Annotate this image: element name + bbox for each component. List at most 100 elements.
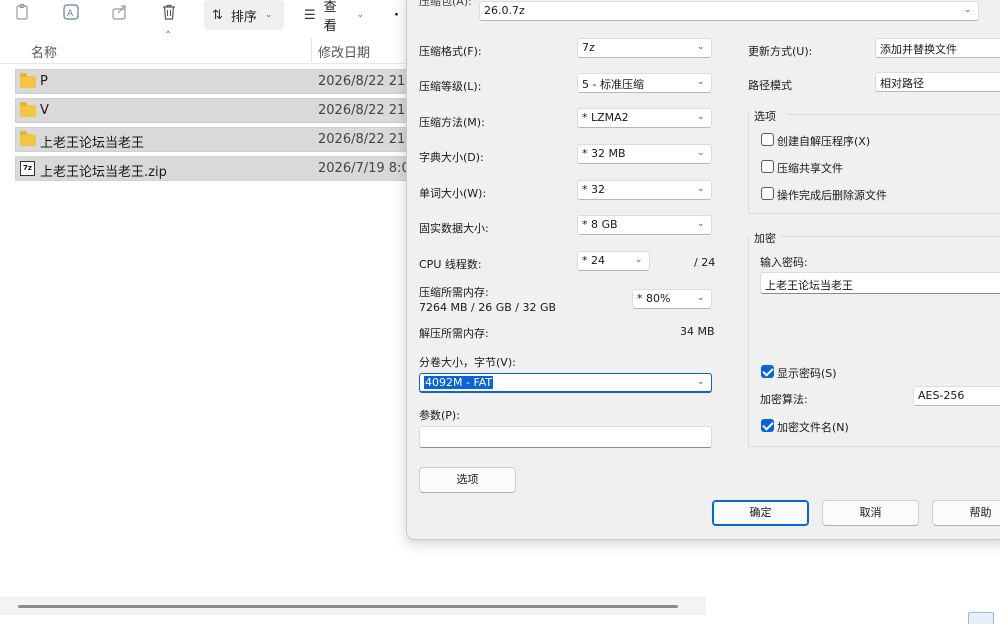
options-button[interactable]: 选项: [419, 467, 516, 493]
encrypt-names-label[interactable]: 加密文件名(N): [777, 419, 849, 435]
file-row-p[interactable]: P 2026/8/22 21:5: [15, 69, 418, 94]
chevron-down-icon: ⌄: [264, 10, 273, 20]
password-input[interactable]: 上老王论坛当老王: [760, 272, 1000, 294]
level-value: 5 - 标准压缩: [582, 78, 644, 91]
solid-block-value: * 8 GB: [582, 218, 618, 231]
format-label: 压缩格式(F):: [419, 45, 482, 58]
file-row-folder[interactable]: 上老王论坛当老王 2026/8/22 21:5: [15, 127, 418, 152]
svg-text:A: A: [67, 9, 74, 19]
chevron-down-icon: ⌄: [964, 5, 972, 15]
chevron-down-icon: ⌄: [697, 377, 705, 387]
dictionary-label: 字典大小(D):: [419, 151, 484, 164]
path-mode-label: 路径模式: [748, 79, 792, 92]
dictionary-value: * 32 MB: [582, 147, 626, 160]
decompress-memory-value: 34 MB: [680, 325, 715, 338]
volume-size-label: 分卷大小，字节(V):: [419, 356, 516, 369]
archive-icon: 7z: [20, 161, 35, 176]
horizontal-scrollbar[interactable]: [0, 597, 706, 615]
column-name[interactable]: 名称: [31, 42, 57, 61]
more-label: ·: [394, 7, 399, 23]
file-name: 上老王论坛当老王: [40, 136, 145, 151]
help-button[interactable]: 帮助: [932, 500, 1000, 526]
file-row-zip[interactable]: 7z 上老王论坛当老王.zip 2026/7/19 8:0: [15, 156, 415, 181]
rename-icon[interactable]: A: [62, 3, 80, 21]
sort-button[interactable]: ⇅ 排序 ⌄: [204, 0, 284, 30]
add-to-archive-dialog: 压缩包(A): 26.0.7z ⌄ 压缩格式(F): 7z ⌄ 压缩等级(L):…: [406, 0, 1000, 540]
level-label: 压缩等级(L):: [419, 80, 482, 93]
create-sfx-label[interactable]: 创建自解压程序(X): [777, 133, 870, 149]
parameters-label: 参数(P):: [419, 409, 460, 422]
chevron-down-icon: ⌄: [697, 77, 705, 87]
volume-size-value: 4092M - FAT: [424, 376, 494, 389]
column-date[interactable]: 修改日期: [318, 42, 370, 61]
parameters-input[interactable]: [419, 426, 712, 448]
view-label: 查看: [323, 0, 337, 34]
paste-icon[interactable]: [14, 3, 32, 21]
encryption-group-title: 加密: [754, 232, 776, 245]
file-name: 上老王论坛当老王.zip: [40, 165, 167, 180]
word-size-select[interactable]: * 32 ⌄: [577, 180, 712, 200]
encryption-group-border-bottom: [748, 446, 1000, 447]
update-mode-select[interactable]: 添加并替换文件: [875, 38, 1000, 58]
chevron-down-icon: ⌄: [697, 148, 705, 158]
volume-size-combo[interactable]: 4092M - FAT ⌄: [419, 373, 712, 393]
method-label: 压缩方法(M):: [419, 116, 485, 129]
options-group-border-left: [748, 114, 749, 214]
password-label: 输入密码:: [760, 256, 808, 269]
chevron-down-icon: ⌄: [697, 42, 705, 52]
ok-button[interactable]: 确定: [712, 500, 809, 526]
memory-usage-value: * 80%: [637, 292, 671, 305]
show-password-checkbox[interactable]: [761, 365, 774, 378]
folder-icon: [20, 73, 36, 88]
level-select[interactable]: 5 - 标准压缩 ⌄: [577, 73, 712, 93]
file-date: 2026/8/22 21:5: [318, 132, 418, 147]
cancel-button[interactable]: 取消: [822, 500, 919, 526]
format-select[interactable]: 7z ⌄: [577, 38, 712, 58]
compress-shared-label[interactable]: 压缩共享文件: [777, 160, 843, 176]
encryption-group-border-left: [748, 236, 749, 446]
create-sfx-checkbox[interactable]: [761, 133, 774, 146]
encryption-method-select[interactable]: AES-256: [913, 386, 1000, 406]
archive-path-value: 26.0.7z: [484, 4, 525, 17]
archive-path-combo[interactable]: 26.0.7z ⌄: [479, 1, 979, 21]
threads-total: / 24: [694, 256, 716, 269]
share-icon[interactable]: [111, 3, 129, 21]
archive-path-label: 压缩包(A):: [419, 0, 472, 8]
show-password-label[interactable]: 显示密码(S): [777, 365, 837, 381]
solid-block-label: 固实数据大小:: [419, 222, 489, 235]
update-mode-label: 更新方式(U):: [748, 45, 813, 58]
method-value: * LZMA2: [582, 111, 629, 124]
solid-block-select[interactable]: * 8 GB ⌄: [577, 215, 712, 235]
chevron-down-icon: ⌄: [697, 112, 705, 122]
more-button[interactable]: ·: [390, 0, 406, 30]
column-header: ⌃ 名称 修改日期: [0, 30, 410, 64]
encrypt-names-checkbox[interactable]: [761, 419, 774, 432]
threads-value: * 24: [582, 254, 605, 267]
update-mode-value: 添加并替换文件: [880, 43, 957, 56]
file-date: 2026/7/19 8:0: [318, 161, 410, 176]
file-row-v[interactable]: V 2026/8/22 21:5: [15, 98, 418, 123]
delete-after-label[interactable]: 操作完成后删除源文件: [777, 187, 887, 203]
explorer-toolbar: A ⇅ 排序 ⌄ ☰ 查看 ⌄ ·: [0, 0, 410, 34]
compress-shared-checkbox[interactable]: [761, 160, 774, 173]
details-view-toggle[interactable]: [968, 612, 994, 624]
chevron-down-icon: ⌄: [697, 293, 705, 303]
threads-select[interactable]: * 24 ⌄: [577, 251, 650, 271]
path-mode-select[interactable]: 相对路径: [875, 72, 1000, 92]
encryption-method-value: AES-256: [918, 389, 965, 402]
file-date: 2026/8/22 21:5: [318, 103, 418, 118]
file-name: P: [40, 74, 48, 89]
delete-after-checkbox[interactable]: [761, 187, 774, 200]
memory-usage-select[interactable]: * 80% ⌄: [632, 289, 712, 309]
delete-icon[interactable]: [160, 3, 178, 21]
view-button[interactable]: ☰ 查看 ⌄: [296, 0, 372, 34]
memory-label: 压缩所需内存:: [419, 286, 489, 299]
folder-icon: [20, 102, 36, 117]
dictionary-select[interactable]: * 32 MB ⌄: [577, 144, 712, 164]
method-select[interactable]: * LZMA2 ⌄: [577, 108, 712, 128]
scrollbar-thumb[interactable]: [18, 605, 678, 608]
file-name: V: [40, 103, 49, 118]
file-date: 2026/8/22 21:5: [318, 74, 418, 89]
format-value: 7z: [582, 41, 595, 54]
column-divider[interactable]: [311, 38, 312, 62]
